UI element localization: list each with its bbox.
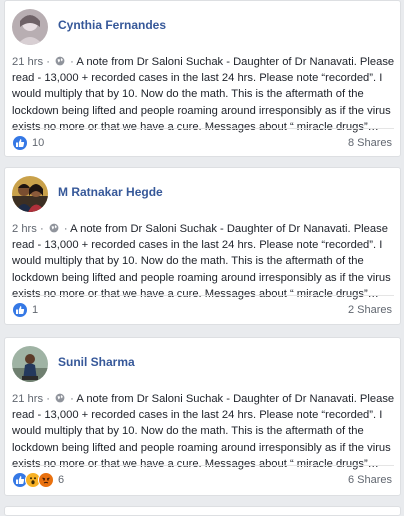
author-name[interactable]: Sunil Sharma xyxy=(58,355,135,369)
divider xyxy=(11,295,394,296)
author-name[interactable]: M Ratnakar Hegde xyxy=(58,185,163,199)
avatar[interactable] xyxy=(12,176,48,212)
reaction-summary[interactable]: 1 xyxy=(12,302,38,318)
shares-count[interactable]: 8 Shares xyxy=(348,137,392,149)
post-card: Cynthia Fernandes 21 hrs · · A note from… xyxy=(4,0,401,157)
next-post-card xyxy=(4,506,401,516)
avatar[interactable] xyxy=(12,346,48,382)
reaction-count: 6 xyxy=(58,474,65,486)
post-time[interactable]: 2 hrs xyxy=(12,223,37,235)
globe-icon xyxy=(55,56,65,66)
author-name[interactable]: Cynthia Fernandes xyxy=(58,18,166,32)
divider xyxy=(11,465,394,466)
divider xyxy=(11,128,394,129)
like-icon xyxy=(12,135,28,151)
post-text: 21 hrs · · A note from Dr Saloni Suchak … xyxy=(12,56,395,133)
shares-count[interactable]: 2 Shares xyxy=(348,304,392,316)
post-card: M Ratnakar Hegde 2 hrs · · A note from D… xyxy=(4,167,401,325)
reaction-summary[interactable]: 10 xyxy=(12,135,44,151)
like-icon xyxy=(12,302,28,318)
avatar[interactable] xyxy=(12,9,48,45)
globe-icon xyxy=(49,223,59,233)
reaction-summary[interactable]: 6 xyxy=(12,472,64,488)
post-time[interactable]: 21 hrs xyxy=(12,56,43,68)
reaction-count: 10 xyxy=(32,137,45,149)
post-card: Sunil Sharma 21 hrs · · A note from Dr S… xyxy=(4,337,401,496)
news-feed: Cynthia Fernandes 21 hrs · · A note from… xyxy=(0,0,404,516)
angry-icon xyxy=(38,472,54,488)
globe-icon xyxy=(55,393,65,403)
reaction-count: 1 xyxy=(32,304,39,316)
shares-count[interactable]: 6 Shares xyxy=(348,474,392,486)
post-text: 2 hrs · · A note from Dr Saloni Suchak -… xyxy=(12,223,391,300)
post-text: 21 hrs · · A note from Dr Saloni Suchak … xyxy=(12,393,395,470)
post-time[interactable]: 21 hrs xyxy=(12,393,43,405)
